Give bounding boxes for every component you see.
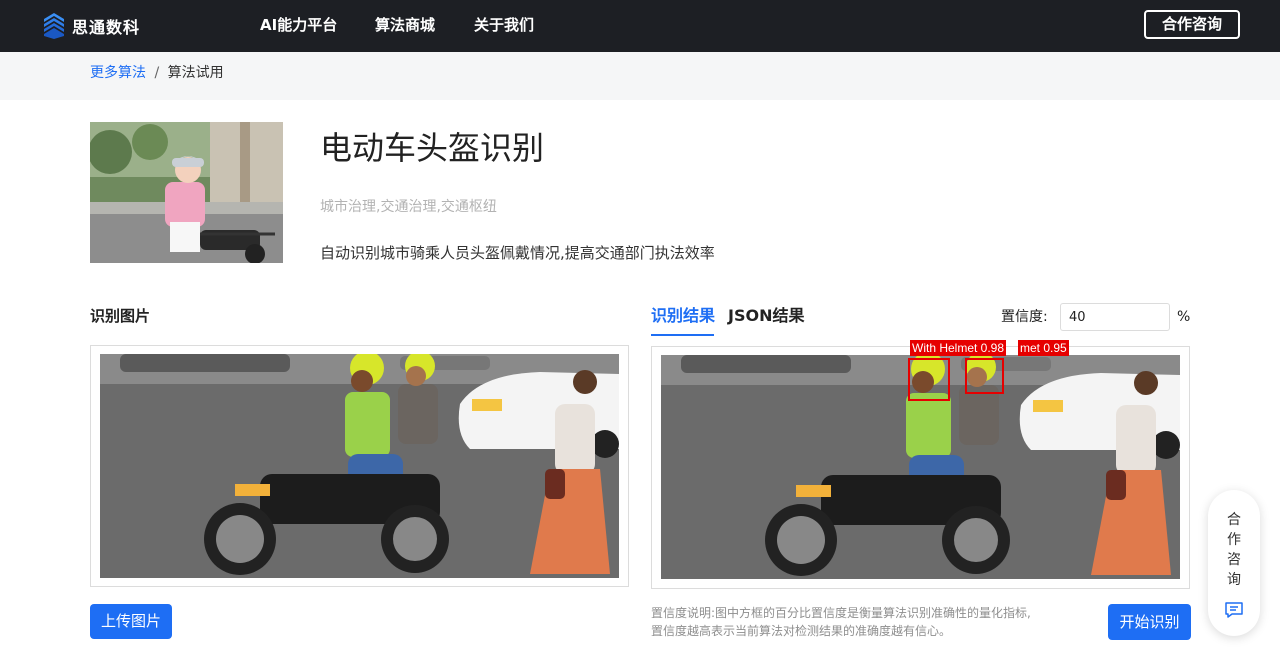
algorithm-description: 自动识别城市骑乘人员头盔佩戴情况,提高交通部门执法效率 bbox=[320, 244, 715, 262]
top-nav: 思通数科 AI能力平台 算法商城 关于我们 合作咨询 bbox=[0, 0, 1280, 52]
tab-recognition-result[interactable]: 识别结果 bbox=[651, 305, 715, 327]
input-image-frame bbox=[90, 345, 629, 587]
upload-image-button[interactable]: 上传图片 bbox=[90, 604, 172, 639]
detection-box-helmet-2 bbox=[965, 358, 1004, 394]
detection-label-helmet-2: met 0.95 bbox=[1018, 340, 1069, 356]
brand-name: 思通数科 bbox=[72, 18, 141, 37]
algorithm-title: 电动车头盔识别 bbox=[320, 129, 545, 167]
floating-contact-widget[interactable]: 合 作 咨 询 bbox=[1208, 490, 1260, 636]
algorithm-thumbnail bbox=[90, 122, 283, 263]
start-recognition-button[interactable]: 开始识别 bbox=[1108, 604, 1191, 640]
float-char-4: 询 bbox=[1227, 572, 1241, 588]
breadcrumb-separator: / bbox=[154, 65, 160, 81]
active-tab-indicator bbox=[651, 334, 714, 336]
float-char-3: 咨 bbox=[1227, 552, 1241, 568]
float-char-1: 合 bbox=[1227, 512, 1241, 528]
nav-ai-platform[interactable]: AI能力平台 bbox=[260, 14, 337, 36]
float-char-2: 作 bbox=[1227, 532, 1241, 548]
input-image-label: 识别图片 bbox=[90, 307, 151, 325]
breadcrumb-link-more-algorithms[interactable]: 更多算法 bbox=[90, 65, 146, 81]
confidence-note-line-2: 置信度越高表示当前算法对检测结果的准确度越有信心。 bbox=[651, 624, 952, 638]
chat-icon bbox=[1225, 602, 1243, 622]
main-panel: 电动车头盔识别 城市治理,交通治理,交通枢纽 自动识别城市骑乘人员头盔佩戴情况,… bbox=[0, 100, 1280, 672]
nav-algorithm-store[interactable]: 算法商城 bbox=[375, 14, 435, 36]
confidence-label: 置信度: bbox=[1001, 309, 1048, 325]
brand-logo[interactable]: 思通数科 bbox=[44, 12, 140, 40]
contact-button[interactable]: 合作咨询 bbox=[1144, 10, 1240, 39]
breadcrumb: 更多算法 / 算法试用 bbox=[90, 63, 224, 83]
logo-icon bbox=[44, 13, 64, 39]
detection-label-helmet-1: With Helmet 0.98 bbox=[910, 340, 1007, 356]
tab-json-result[interactable]: JSON结果 bbox=[728, 305, 804, 327]
input-image bbox=[100, 354, 619, 578]
confidence-note: 置信度说明:图中方框的百分比置信度是衡量算法识别准确性的量化指标, 置信度越高表… bbox=[651, 604, 1031, 640]
confidence-note-line-1: 置信度说明:图中方框的百分比置信度是衡量算法识别准确性的量化指标, bbox=[651, 606, 1031, 620]
nav-about-us[interactable]: 关于我们 bbox=[474, 14, 534, 36]
confidence-input[interactable] bbox=[1060, 303, 1170, 331]
confidence-unit: % bbox=[1177, 309, 1191, 325]
detection-box-helmet-1 bbox=[908, 358, 950, 401]
breadcrumb-current: 算法试用 bbox=[167, 65, 224, 81]
algorithm-tags: 城市治理,交通治理,交通枢纽 bbox=[320, 199, 497, 215]
